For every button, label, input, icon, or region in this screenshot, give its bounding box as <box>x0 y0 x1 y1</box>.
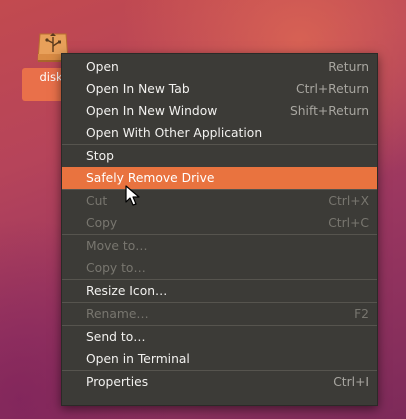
menu-item-shortcut: Return <box>328 60 369 74</box>
menu-item-shortcut: Ctrl+Return <box>296 82 369 96</box>
mouse-cursor-icon <box>125 185 140 206</box>
menu-item-safely-remove-drive[interactable]: Safely Remove Drive <box>62 167 377 189</box>
menu-item-open-in-terminal[interactable]: Open in Terminal <box>62 348 377 370</box>
menu-item-label: Copy <box>86 216 118 230</box>
menu-item-open-in-new-window[interactable]: Open In New Window Shift+Return <box>62 100 377 122</box>
menu-item-label: Properties <box>86 375 149 389</box>
menu-item-shortcut: Ctrl+C <box>328 216 369 230</box>
menu-item-label: Copy to… <box>86 261 146 275</box>
menu-item-properties[interactable]: Properties Ctrl+I <box>62 371 377 393</box>
menu-item-move-to: Move to… <box>62 235 377 257</box>
menu-item-label: Open In New Tab <box>86 82 190 96</box>
menu-item-open[interactable]: Open Return <box>62 56 377 78</box>
menu-item-resize-icon[interactable]: Resize Icon… <box>62 280 377 302</box>
menu-item-label: Cut <box>86 194 108 208</box>
menu-item-label: Resize Icon… <box>86 284 168 298</box>
menu-item-label: Open With Other Application <box>86 126 263 140</box>
menu-item-label: Open In New Window <box>86 104 218 118</box>
menu-item-label: Open <box>86 60 119 74</box>
menu-item-copy-to: Copy to… <box>62 257 377 279</box>
menu-item-label: Rename… <box>86 307 149 321</box>
menu-item-label: Send to… <box>86 330 146 344</box>
context-menu: Open Return Open In New Tab Ctrl+Return Open… <box>61 53 378 406</box>
menu-item-label: Move to… <box>86 239 148 253</box>
menu-item-shortcut: Shift+Return <box>289 104 369 118</box>
menu-item-open-with-other-application[interactable]: Open With Other Application <box>62 122 377 144</box>
menu-item-copy: Copy Ctrl+C <box>62 212 377 234</box>
menu-item-cut: Cut Ctrl+X <box>62 190 377 212</box>
menu-item-stop[interactable]: Stop <box>62 145 377 167</box>
menu-item-label: Safely Remove Drive <box>86 171 215 185</box>
menu-item-open-in-new-tab[interactable]: Open In New Tab Ctrl+Return <box>62 78 377 100</box>
menu-item-label: Open in Terminal <box>86 352 190 366</box>
menu-item-rename: Rename… F2 <box>62 303 377 325</box>
menu-item-shortcut: F2 <box>354 307 369 321</box>
menu-item-send-to[interactable]: Send to… <box>62 326 377 348</box>
menu-item-shortcut: Ctrl+I <box>333 375 369 389</box>
menu-item-shortcut: Ctrl+X <box>328 194 369 208</box>
menu-item-label: Stop <box>86 149 114 163</box>
